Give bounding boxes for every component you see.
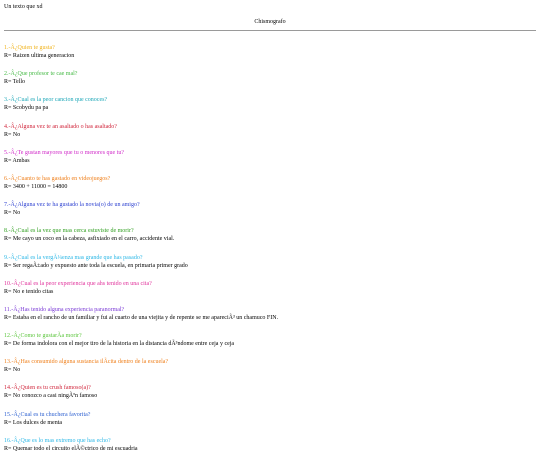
intro-text: Un texto que xd [4, 4, 43, 10]
question-text: 1.-Â¿Quien te gusta? [4, 45, 55, 51]
question-text: 3.-Â¿Cual es la peor cancion que conoces… [4, 97, 108, 104]
question-text: 6.-Â¿Cuanto te has gastado en videojuego… [4, 175, 111, 182]
question-text: 16.-Â¿Que es lo mas extremo que has echo… [4, 437, 111, 444]
answer-text: R= No conozco a casi ningÃºn famoso [4, 393, 98, 400]
answer-text: R= Me cayo un coco en la cabeza, asfixia… [4, 236, 175, 243]
answer-text: R= 3400 + 11000 = 14800 [4, 183, 68, 190]
answer-text: R= Scobydu pa pa [4, 105, 49, 112]
question-text: 14.-Â¿Quien es tu crush famoso(a)? [4, 385, 91, 392]
answer-text: R= Estaba en el rancho de un familiar y … [4, 314, 279, 321]
qa-item: 9.-Â¿Cual es la vergÃ¼enza mas grande qu… [4, 254, 536, 270]
document-page: Un texto que xd Chismografo 1.-Â¿Quien t… [4, 3, 536, 463]
qa-item: 1.-Â¿Quien te gusta? R= Raizen ultima ge… [4, 44, 536, 60]
question-text: 12.-Â¿Como te gustarÃ­a morir? [4, 333, 82, 340]
question-text: 5.-Â¿Te gustan mayores que tu o menores … [4, 149, 125, 156]
question-text: 10.-Â¿Cual es la peor experiencia que ah… [4, 280, 152, 287]
qa-list: 1.-Â¿Quien te gusta? R= Raizen ultima ge… [4, 44, 536, 453]
question-text: 2.-Â¿Que profesor te cae mal? [4, 71, 78, 78]
answer-text: R= Tello [4, 79, 26, 86]
question-text: 15.-Â¿Cual es tu chuchera favorita? [4, 411, 91, 418]
qa-item: 14.-Â¿Quien es tu crush famoso(a)? R= No… [4, 384, 536, 400]
question-text: 4.-Â¿Alguna vez te an asaltado o has asa… [4, 123, 117, 130]
answer-text: R= Quemar todo el circuito elÃ©ctrico de… [4, 445, 138, 452]
title-divider [4, 30, 536, 31]
answer-text: R= Los dulces de menta [4, 419, 63, 426]
qa-item: 5.-Â¿Te gustan mayores que tu o menores … [4, 149, 536, 165]
qa-item: 4.-Â¿Alguna vez te an asaltado o has asa… [4, 123, 536, 139]
question-text: 11.-Â¿Has tenido alguna experiencia para… [4, 306, 125, 313]
answer-text: R= Ambas [4, 157, 30, 164]
answer-text: R= Raizen ultima generacion [4, 53, 75, 59]
answer-text: R= No [4, 210, 21, 217]
qa-item: 16.-Â¿Que es lo mas extremo que has echo… [4, 437, 536, 453]
question-text: 13.-Â¿Has consumido alguna sustancia ilÃ… [4, 359, 169, 366]
question-text: 7.-Â¿Alguna vez te ha gustado la novia(o… [4, 202, 140, 209]
answer-text: R= No [4, 131, 21, 138]
qa-item: 7.-Â¿Alguna vez te ha gustado la novia(o… [4, 201, 536, 217]
question-text: 9.-Â¿Cual es la vergÃ¼enza mas grande qu… [4, 254, 143, 261]
qa-item: 11.-Â¿Has tenido alguna experiencia para… [4, 306, 536, 322]
page-title: Chismografo [254, 19, 286, 25]
qa-item: 12.-Â¿Como te gustarÃ­a morir? R= De for… [4, 332, 536, 348]
question-text: 8.-Â¿Cual es la vez que mas cerca estuvi… [4, 228, 134, 235]
answer-text: R= No e tenido citas [4, 288, 54, 295]
answer-text: R= Ser regaÃ±ado y expuesto ante toda la… [4, 262, 188, 269]
answer-text: R= No [4, 367, 21, 374]
qa-item: 13.-Â¿Has consumido alguna sustancia ilÃ… [4, 358, 536, 374]
qa-item: 10.-Â¿Cual es la peor experiencia que ah… [4, 280, 536, 296]
qa-item: 2.-Â¿Que profesor te cae mal? R= Tello [4, 70, 536, 86]
qa-item: 6.-Â¿Cuanto te has gastado en videojuego… [4, 175, 536, 191]
qa-item: 3.-Â¿Cual es la peor cancion que conoces… [4, 96, 536, 112]
qa-item: 8.-Â¿Cual es la vez que mas cerca estuvi… [4, 227, 536, 243]
qa-item: 15.-Â¿Cual es tu chuchera favorita? R= L… [4, 411, 536, 427]
answer-text: R= De forma indolora con el mejor tiro d… [4, 341, 235, 348]
